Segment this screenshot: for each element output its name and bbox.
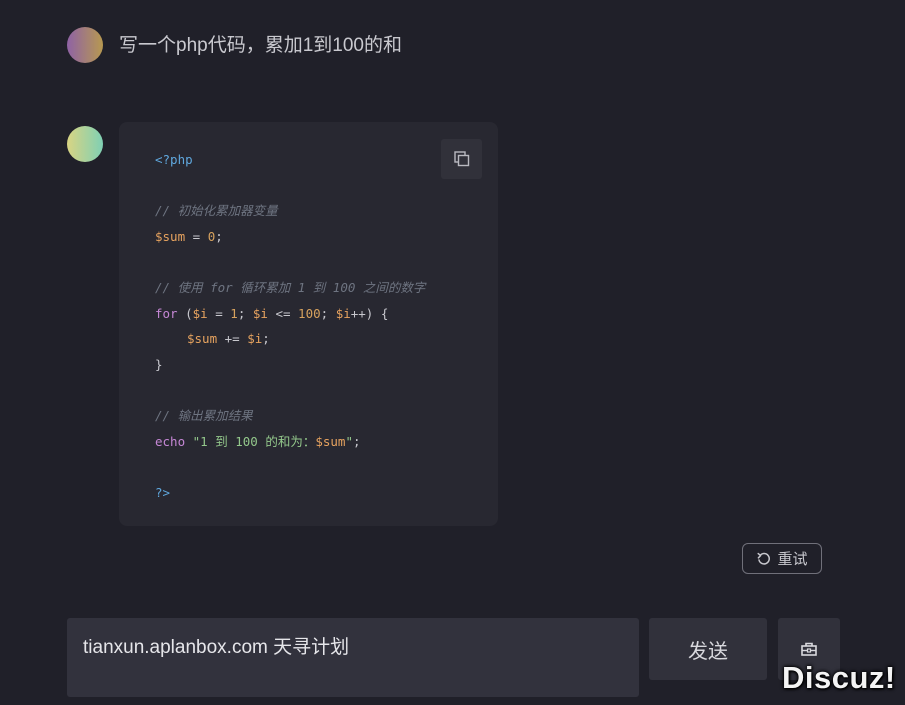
code-token: }	[155, 356, 163, 372]
code-token: +=	[217, 331, 248, 347]
code-token: =	[185, 228, 208, 244]
code-token: // 使用 for 循环累加 1 到 100 之间的数字	[155, 279, 426, 295]
code-token: ?>	[155, 484, 171, 500]
code-token: <?php	[155, 152, 193, 167]
message-input[interactable]: tianxun.aplanbox.com 天寻计划	[67, 618, 639, 697]
retry-label: 重试	[777, 551, 808, 568]
code-token: 1	[230, 305, 238, 321]
code-line: }	[155, 352, 425, 378]
code-content: <?php // 初始化累加器变量 $sum = 0; // 使用 for 循环累加 …	[155, 147, 425, 505]
code-line: // 初始化累加器变量	[155, 198, 425, 224]
code-token: for	[155, 305, 178, 321]
code-token: $sum	[155, 228, 186, 244]
code-token: echo	[155, 433, 186, 449]
code-token: $sum	[315, 433, 346, 449]
code-token: =	[207, 305, 231, 321]
code-block: <?php // 初始化累加器变量 $sum = 0; // 使用 for 循环累加 …	[119, 122, 498, 526]
code-token: (	[177, 305, 193, 321]
code-line: for ($i = 1; $i <= 100; $i++) {	[155, 301, 425, 327]
code-token: 100	[298, 305, 321, 321]
user-question: 写一个php代码，累加1到100的和	[119, 35, 402, 56]
code-token: $i	[247, 331, 263, 347]
code-token: "	[345, 433, 353, 449]
code-token: "1 到 100 的和为：	[185, 433, 316, 449]
briefcase-icon	[801, 642, 817, 656]
code-token: $sum	[187, 331, 218, 347]
code-token: ;	[237, 305, 253, 321]
code-token: $i	[335, 305, 351, 321]
send-button[interactable]: 发送	[649, 618, 767, 680]
code-token: <=	[267, 305, 299, 321]
code-token: ;	[215, 228, 223, 244]
code-token: ;	[320, 305, 336, 321]
copy-button[interactable]	[441, 139, 482, 179]
assistant-avatar	[67, 126, 103, 162]
code-line: ?>	[155, 480, 425, 506]
copy-icon	[453, 151, 469, 167]
code-line: // 输出累加结果	[155, 403, 425, 429]
retry-button[interactable]: 重试	[742, 543, 822, 574]
code-token: ++) {	[350, 305, 389, 321]
user-avatar	[67, 27, 103, 63]
code-token: ;	[262, 331, 270, 347]
code-token: // 初始化累加器变量	[155, 203, 278, 219]
code-line: $sum = 0;	[155, 224, 425, 250]
code-token: // 输出累加结果	[155, 407, 253, 423]
code-token: $i	[252, 305, 268, 321]
code-token: $i	[192, 305, 208, 321]
refresh-icon	[757, 552, 771, 565]
code-line: // 使用 for 循环累加 1 到 100 之间的数字	[155, 275, 425, 301]
code-line: <?php	[155, 147, 425, 173]
code-token: ;	[352, 433, 361, 449]
discuz-watermark: Discuz!	[782, 660, 896, 695]
code-line: echo "1 到 100 的和为：$sum";	[155, 429, 425, 455]
code-line: $sum += $i;	[155, 326, 425, 352]
